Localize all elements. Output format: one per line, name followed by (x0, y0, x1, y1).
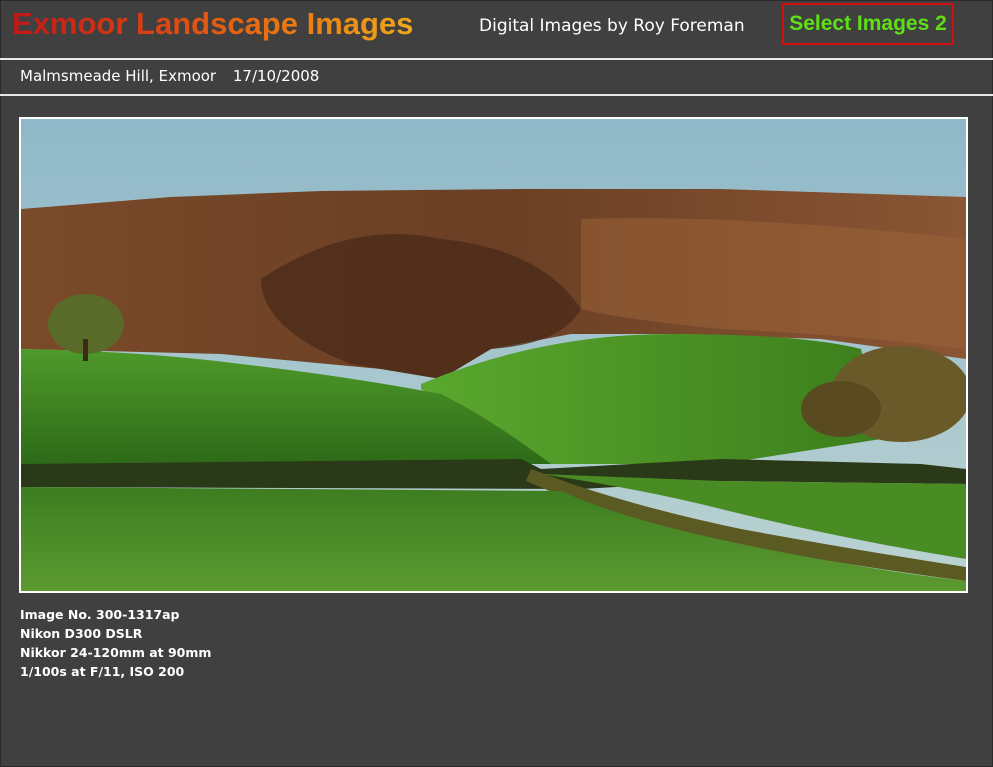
lens-info: Nikkor 24-120mm at 90mm (20, 645, 212, 660)
image-details: Image No. 300-1317ap Nikon D300 DSLR Nik… (20, 605, 211, 681)
image-number: Image No. 300-1317ap (20, 607, 180, 622)
caption-divider (0, 94, 993, 96)
select-images-button[interactable]: Select Images 2 (782, 3, 954, 45)
landscape-photo-svg (21, 119, 966, 591)
header-divider (0, 58, 993, 60)
camera-model: Nikon D300 DSLR (20, 626, 143, 641)
byline: Digital Images by Roy Foreman (479, 16, 745, 36)
exposure-info: 1/100s at F/11, ISO 200 (20, 664, 185, 679)
landscape-photo (19, 117, 968, 593)
caption-location: Malmsmeade Hill, Exmoor (20, 67, 217, 85)
caption-date: 17/10/2008 (232, 67, 320, 85)
site-title[interactable]: Exmoor Landscape Images (12, 6, 413, 42)
image-caption: Malmsmeade Hill, Exmoor 17/10/2008 (20, 67, 331, 85)
